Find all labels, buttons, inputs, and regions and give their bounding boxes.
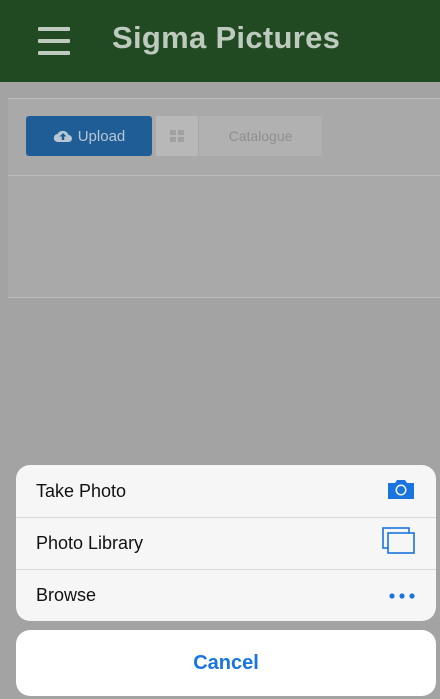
app-header: Sigma Pictures xyxy=(0,0,440,82)
photo-library-label: Photo Library xyxy=(36,533,144,553)
take-photo-option[interactable]: Take Photo xyxy=(16,465,436,517)
hamburger-menu-icon[interactable] xyxy=(38,27,70,55)
take-photo-label: Take Photo xyxy=(36,480,127,501)
action-sheet: Take Photo Photo Library Browse xyxy=(16,465,436,621)
catalogue-button[interactable]: Catalogue xyxy=(156,116,322,156)
cancel-label: Cancel xyxy=(193,651,259,674)
content-panel: Upload Catalogue xyxy=(8,98,440,298)
panel-divider xyxy=(8,175,440,176)
browse-label: Browse xyxy=(36,585,97,605)
browse-option[interactable]: Browse xyxy=(16,569,436,621)
photo-library-icon xyxy=(382,527,416,560)
grid-icon xyxy=(156,116,199,156)
catalogue-label: Catalogue xyxy=(228,128,293,144)
camera-icon xyxy=(386,478,416,505)
cloud-upload-icon xyxy=(53,129,73,143)
upload-button[interactable]: Upload xyxy=(26,116,152,156)
photo-library-option[interactable]: Photo Library xyxy=(16,517,436,569)
cancel-button[interactable]: Cancel xyxy=(16,630,436,696)
upload-label: Upload xyxy=(77,127,126,145)
more-icon xyxy=(388,587,416,605)
app-title: Sigma Pictures xyxy=(112,20,341,55)
